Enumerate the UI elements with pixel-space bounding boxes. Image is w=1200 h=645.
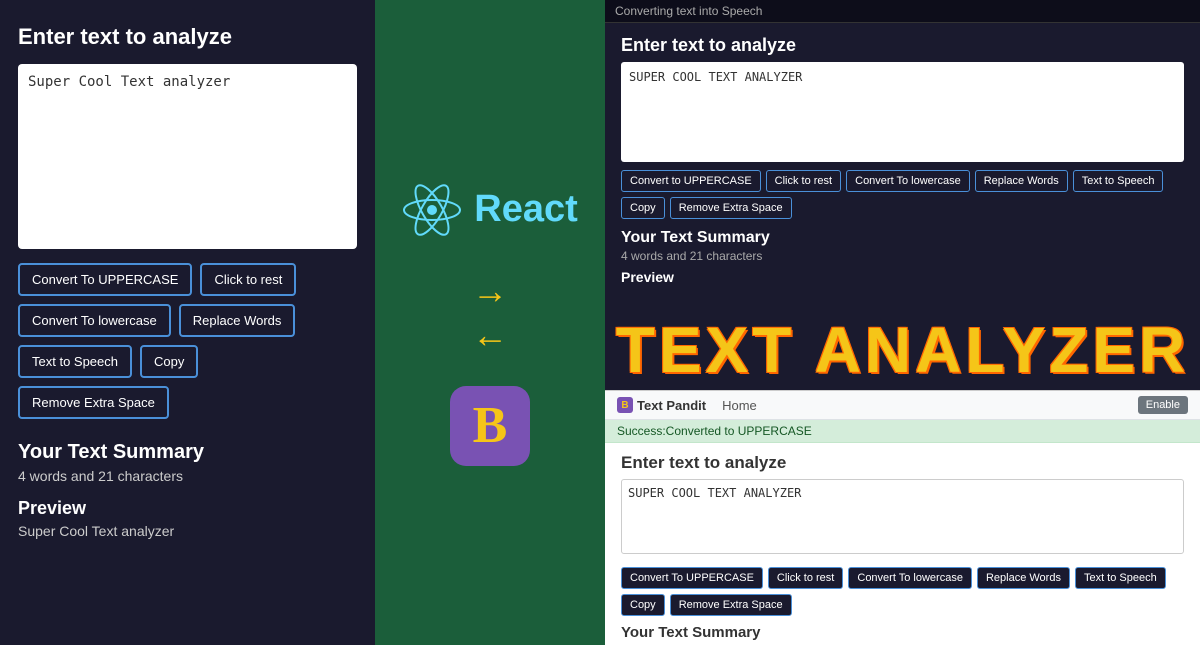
bottom-buttons: Convert To UPPERCASE Click to rest Conve… [621,567,1184,616]
tw-btn-replace[interactable]: Replace Words [975,170,1068,192]
top-window-textarea[interactable]: SUPER COOL TEXT ANALYZER [621,62,1184,162]
bw-btn-replace[interactable]: Replace Words [977,567,1070,589]
bottom-heading: Enter text to analyze [621,453,1184,473]
top-summary-heading: Your Text Summary [621,229,1184,247]
preview-label: Preview [18,498,357,519]
brand-icon: B [617,397,633,413]
middle-panel: React → ← B [375,0,605,645]
banner-text: TEXT AnALYZER [616,313,1190,387]
tw-btn-lowercase[interactable]: Convert To lowercase [846,170,970,192]
brand: B Text Pandit [617,397,706,413]
nav-home[interactable]: Home [722,398,757,413]
react-label: React [474,188,578,231]
right-panel: Converting text into Speech Enter text t… [605,0,1200,645]
react-icon [402,180,462,240]
summary-text: 4 words and 21 characters [18,468,357,484]
brand-label: Text Pandit [637,398,706,413]
btn-uppercase[interactable]: Convert To UPPERCASE [18,263,192,296]
arrow-left-icon: ← [472,314,508,356]
arrows: → ← [472,270,508,356]
bootstrap-logo: B [450,386,530,466]
bootstrap-label: B [473,396,508,455]
bw-btn-tts[interactable]: Text to Speech [1075,567,1166,589]
top-window-buttons: Convert to UPPERCASE Click to rest Conve… [621,170,1184,219]
right-bottom-window: B Text Pandit Home Enable Success:Conver… [605,390,1200,645]
enable-button[interactable]: Enable [1138,396,1188,414]
tw-btn-tts[interactable]: Text to Speech [1073,170,1164,192]
tw-btn-remove-space[interactable]: Remove Extra Space [670,197,792,219]
bottom-summary-heading: Your Text Summary [621,624,1184,641]
bw-btn-uppercase[interactable]: Convert To UPPERCASE [621,567,763,589]
main-textarea[interactable]: Super Cool Text analyzer [18,64,357,249]
tw-btn-reset[interactable]: Click to rest [766,170,841,192]
success-bar: Success:Converted to UPPERCASE [605,420,1200,443]
summary-heading: Your Text Summary [18,441,357,464]
left-heading: Enter text to analyze [18,24,357,50]
top-window-titlebar: Converting text into Speech [605,0,1200,23]
btn-remove-space[interactable]: Remove Extra Space [18,386,169,419]
bottom-content: Enter text to analyze SUPER COOL TEXT AN… [605,443,1200,645]
react-logo: React [402,180,578,240]
btn-copy[interactable]: Copy [140,345,198,378]
tw-btn-uppercase[interactable]: Convert to UPPERCASE [621,170,761,192]
arrow-right-icon: → [472,270,508,312]
summary-section: Your Text Summary 4 words and 21 charact… [18,441,357,539]
top-window-content: Enter text to analyze SUPER COOL TEXT AN… [605,23,1200,310]
main-buttons-row: Convert To UPPERCASE Click to rest Conve… [18,263,357,419]
preview-text: Super Cool Text analyzer [18,523,357,539]
right-top-window: Converting text into Speech Enter text t… [605,0,1200,310]
bottom-summary: Your Text Summary 4 words and 21 charact… [621,624,1184,645]
bw-btn-remove-space[interactable]: Remove Extra Space [670,594,792,616]
top-window-summary: Your Text Summary 4 words and 21 charact… [621,229,1184,285]
btn-replace[interactable]: Replace Words [179,304,296,337]
bw-btn-lowercase[interactable]: Convert To lowercase [848,567,972,589]
top-summary-text: 4 words and 21 characters [621,249,1184,263]
top-window-heading: Enter text to analyze [621,35,1184,56]
bottom-titlebar: B Text Pandit Home Enable [605,391,1200,420]
bw-btn-copy[interactable]: Copy [621,594,665,616]
top-preview-label: Preview [621,269,1184,285]
tw-btn-copy[interactable]: Copy [621,197,665,219]
btn-lowercase[interactable]: Convert To lowercase [18,304,171,337]
btn-reset[interactable]: Click to rest [200,263,296,296]
bottom-textarea[interactable]: SUPER COOL TEXT ANALYZER [621,479,1184,554]
bw-btn-reset[interactable]: Click to rest [768,567,843,589]
text-analyzer-banner: TEXT AnALYZER [605,310,1200,390]
btn-tts[interactable]: Text to Speech [18,345,132,378]
left-panel: Enter text to analyze Super Cool Text an… [0,0,375,645]
